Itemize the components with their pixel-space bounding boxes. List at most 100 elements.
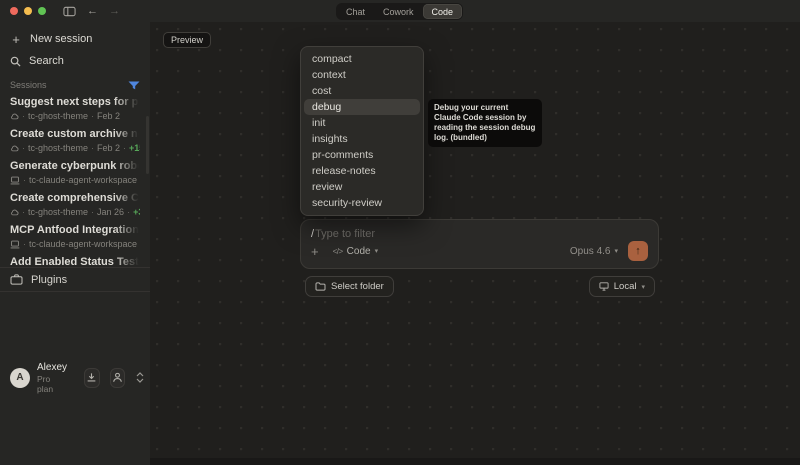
session-title: Add Enabled Status Test bbox=[10, 256, 140, 267]
search-button[interactable]: Search bbox=[10, 50, 140, 72]
attach-plus-icon[interactable]: + bbox=[311, 245, 319, 258]
cloud-icon bbox=[10, 144, 19, 153]
diff-additions: +155 bbox=[129, 143, 140, 154]
sessions-header-label: Sessions bbox=[10, 80, 47, 90]
search-label: Search bbox=[29, 55, 64, 67]
session-item[interactable]: MCP Antfood Integration ·tc-claude-agent-… bbox=[10, 224, 140, 256]
expand-collapse-icon[interactable] bbox=[136, 372, 144, 383]
search-icon bbox=[10, 56, 21, 67]
session-date: Jan 26 bbox=[97, 207, 124, 218]
monitor-icon bbox=[599, 282, 609, 291]
slash-command-menu: compactcontextcostdebuginitinsightspr-co… bbox=[300, 46, 424, 216]
main-canvas: Preview compactcontextcostdebuginitinsig… bbox=[150, 22, 800, 465]
chevron-down-icon: ▾ bbox=[375, 247, 379, 255]
agent-icon[interactable] bbox=[110, 368, 125, 388]
chevron-down-icon: ▾ bbox=[614, 247, 618, 255]
avatar: A bbox=[10, 368, 30, 388]
session-repo: tc-ghost-theme bbox=[28, 143, 88, 154]
model-selector[interactable]: Opus 4.6 ▾ bbox=[570, 246, 618, 257]
model-label: Opus 4.6 bbox=[570, 246, 611, 257]
session-meta: ·tc-ghost-theme·Jan 26·+321-0 bbox=[10, 207, 140, 218]
session-date: Feb 2 bbox=[97, 143, 120, 154]
session-meta: ·tc-claude-agent-workspace·Jan 23 bbox=[10, 239, 140, 250]
filter-icon[interactable] bbox=[128, 81, 140, 90]
session-date: Feb 2 bbox=[97, 111, 120, 122]
window-minimize-button[interactable] bbox=[24, 7, 32, 15]
session-item[interactable]: Create custom archive newsletter pu ·tc-g… bbox=[10, 128, 140, 160]
local-selector[interactable]: Local ▾ bbox=[589, 276, 655, 297]
composer-placeholder: Type to filter bbox=[315, 228, 375, 240]
session-title: Create custom archive newsletter pu bbox=[10, 128, 140, 141]
window-bottom-shade bbox=[150, 458, 800, 465]
user-row[interactable]: A Alexey Pro plan bbox=[0, 291, 150, 465]
select-folder-button[interactable]: Select folder bbox=[305, 276, 394, 297]
tab-chat[interactable]: Chat bbox=[337, 4, 374, 19]
folder-icon bbox=[315, 282, 326, 291]
menu-item-compact[interactable]: compact bbox=[304, 51, 420, 67]
titlebar: ← → ChatCoworkCode bbox=[0, 0, 800, 22]
session-item[interactable]: Add Enabled Status Test·tc-ghost-theme·J… bbox=[10, 256, 140, 267]
session-item[interactable]: Generate cyberpunk robot SVG artw ·tc-cla… bbox=[10, 160, 140, 192]
window-zoom-button[interactable] bbox=[38, 7, 46, 15]
tab-code[interactable]: Code bbox=[423, 4, 463, 19]
session-item[interactable]: Create comprehensive CLAUDE.md ·tc-ghost-… bbox=[10, 192, 140, 224]
menu-item-release-notes[interactable]: release-notes bbox=[304, 163, 420, 179]
workspace-icon bbox=[10, 176, 20, 185]
session-title: Create comprehensive CLAUDE.md bbox=[10, 192, 140, 205]
tab-cowork[interactable]: Cowork bbox=[374, 4, 423, 19]
plugins-label: Plugins bbox=[31, 274, 67, 286]
local-label: Local bbox=[614, 281, 637, 292]
composer[interactable]: / Type to filter + </> Code ▾ Opus 4.6 ▾… bbox=[300, 219, 659, 269]
session-repo: tc-ghost-theme bbox=[28, 111, 88, 122]
preview-badge: Preview bbox=[163, 32, 211, 48]
session-item[interactable]: Suggest next steps for project ·tc-ghost-… bbox=[10, 96, 140, 128]
user-plan: Pro plan bbox=[37, 374, 67, 394]
diff-additions: +321 bbox=[133, 207, 140, 218]
session-title: Generate cyberpunk robot SVG artw bbox=[10, 160, 140, 173]
workspace-icon bbox=[10, 240, 20, 249]
back-icon[interactable]: ← bbox=[87, 6, 98, 17]
mode-tabs: ChatCoworkCode bbox=[336, 3, 463, 20]
sessions-list: Suggest next steps for project ·tc-ghost-… bbox=[0, 94, 150, 267]
session-meta: ·tc-ghost-theme·Feb 2 bbox=[10, 111, 140, 122]
select-folder-label: Select folder bbox=[331, 281, 384, 292]
session-title: Suggest next steps for project bbox=[10, 96, 140, 109]
sidebar-item-plugins[interactable]: Plugins bbox=[0, 267, 150, 291]
sidebar-scrollbar[interactable] bbox=[146, 116, 149, 174]
forward-icon[interactable]: → bbox=[109, 6, 120, 17]
menu-item-pr-comments[interactable]: pr-comments bbox=[304, 147, 420, 163]
composer-input[interactable]: / Type to filter bbox=[311, 228, 648, 240]
menu-item-insights[interactable]: insights bbox=[304, 131, 420, 147]
session-title: MCP Antfood Integration bbox=[10, 224, 140, 237]
code-icon: </> bbox=[333, 247, 343, 256]
session-meta: ·tc-claude-agent-workspace·Jan 28 bbox=[10, 175, 140, 186]
plus-icon: + bbox=[10, 33, 22, 46]
session-meta: ·tc-ghost-theme·Feb 2·+155-0 bbox=[10, 143, 140, 154]
plugins-icon bbox=[10, 274, 23, 285]
typed-text: / bbox=[311, 228, 314, 240]
menu-item-debug[interactable]: debug bbox=[304, 99, 420, 115]
new-session-label: New session bbox=[30, 33, 92, 45]
menu-item-cost[interactable]: cost bbox=[304, 83, 420, 99]
window-close-button[interactable] bbox=[10, 7, 18, 15]
cloud-icon bbox=[10, 112, 19, 121]
send-button[interactable]: ↑ bbox=[628, 241, 648, 261]
download-button[interactable] bbox=[84, 368, 99, 388]
user-name: Alexey bbox=[37, 362, 67, 374]
menu-item-init[interactable]: init bbox=[304, 115, 420, 131]
menu-item-context[interactable]: context bbox=[304, 67, 420, 83]
menu-item-review[interactable]: review bbox=[304, 179, 420, 195]
sidebar-toggle-icon[interactable] bbox=[63, 6, 76, 17]
sidebar: + New session Search Sessions bbox=[0, 22, 150, 465]
command-tooltip: Debug your current Claude Code session b… bbox=[428, 99, 542, 147]
session-repo: tc-ghost-theme bbox=[28, 207, 88, 218]
session-repo: tc-claude-agent-workspace bbox=[29, 175, 137, 186]
session-repo: tc-claude-agent-workspace bbox=[29, 239, 137, 250]
sessions-header: Sessions bbox=[10, 76, 140, 94]
chevron-down-icon: ▾ bbox=[641, 283, 645, 291]
mode-label: Code bbox=[347, 246, 371, 257]
menu-item-security-review[interactable]: security-review bbox=[304, 195, 420, 211]
mode-selector[interactable]: </> Code ▾ bbox=[333, 246, 379, 257]
new-session-button[interactable]: + New session bbox=[10, 28, 140, 50]
cloud-icon bbox=[10, 208, 19, 217]
